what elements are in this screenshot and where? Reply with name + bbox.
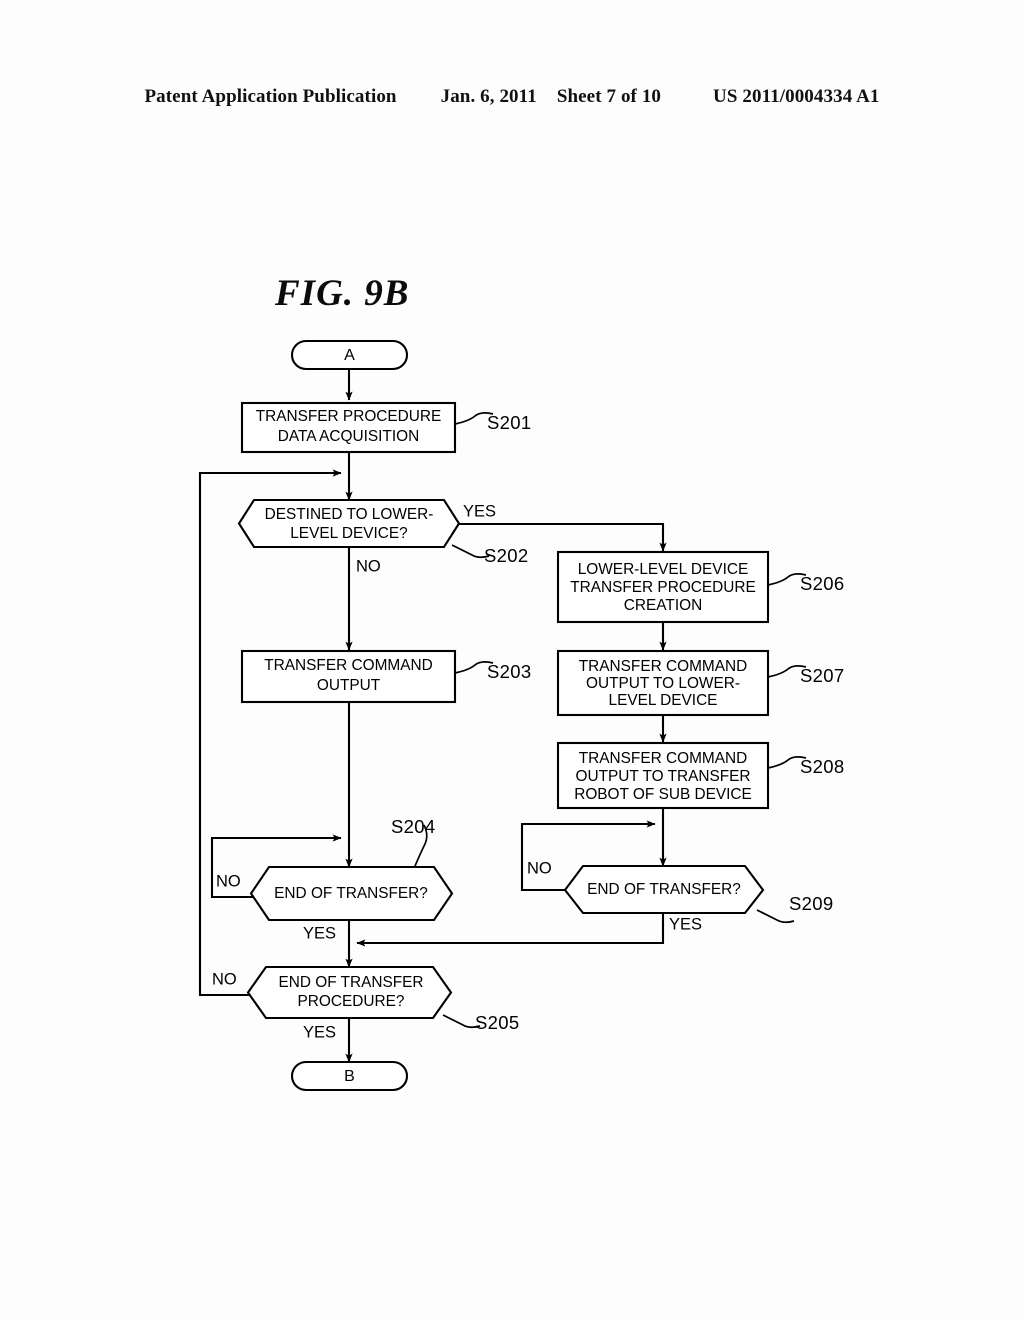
process-s203-line1: TRANSFER COMMAND	[264, 657, 432, 674]
process-s206-line2: TRANSFER PROCEDURE	[570, 579, 756, 596]
process-s206-line3: CREATION	[624, 597, 702, 614]
branch-s202-no: NO	[356, 557, 381, 575]
step-label-s205: S205	[475, 1012, 519, 1033]
branch-s205-no: NO	[212, 970, 237, 988]
branch-s209-no: NO	[527, 859, 552, 877]
decision-s202-line1: DESTINED TO LOWER-	[265, 506, 434, 523]
branch-s202-yes: YES	[463, 502, 496, 520]
branch-s205-yes: YES	[303, 1023, 336, 1041]
step-label-s208: S208	[800, 756, 844, 777]
process-s201-line1: TRANSFER PROCEDURE	[256, 408, 442, 425]
process-s208-line1: TRANSFER COMMAND	[579, 750, 747, 767]
terminal-end-label: B	[344, 1068, 355, 1085]
step-label-s201: S201	[487, 412, 531, 433]
process-s203-line2: OUTPUT	[317, 677, 381, 694]
process-s207-line3: LEVEL DEVICE	[609, 692, 718, 709]
process-s208-line2: OUTPUT TO TRANSFER	[575, 768, 750, 785]
decision-s205-line2: PROCEDURE?	[298, 993, 405, 1010]
process-s208-line3: ROBOT OF SUB DEVICE	[574, 786, 752, 803]
flowchart-diagram: A TRANSFER PROCEDURE DATA ACQUISITION S2…	[198, 339, 844, 1092]
branch-s204-yes: YES	[303, 924, 336, 942]
process-s206-line1: LOWER-LEVEL DEVICE	[578, 561, 748, 578]
decision-s205-line1: END OF TRANSFER	[278, 974, 423, 991]
step-label-s209: S209	[789, 893, 833, 914]
step-label-s204: S204	[391, 816, 435, 837]
decision-s202-line2: LEVEL DEVICE?	[290, 525, 407, 542]
step-label-s202: S202	[484, 545, 528, 566]
step-label-s206: S206	[800, 573, 844, 594]
patent-page: Patent Application Publication Jan. 6, 2…	[0, 0, 1024, 1320]
branch-s204-no: NO	[216, 872, 241, 890]
decision-s209-line1: END OF TRANSFER?	[587, 881, 741, 898]
terminal-start-label: A	[344, 347, 355, 364]
branch-s209-yes: YES	[669, 915, 702, 933]
process-s201-line2: DATA ACQUISITION	[278, 428, 419, 445]
process-s207-line1: TRANSFER COMMAND	[579, 658, 747, 675]
step-label-s203: S203	[487, 661, 531, 682]
step-label-s207: S207	[800, 665, 844, 686]
decision-s204-line1: END OF TRANSFER?	[274, 885, 428, 902]
process-s207-line2: OUTPUT TO LOWER-	[586, 675, 740, 692]
